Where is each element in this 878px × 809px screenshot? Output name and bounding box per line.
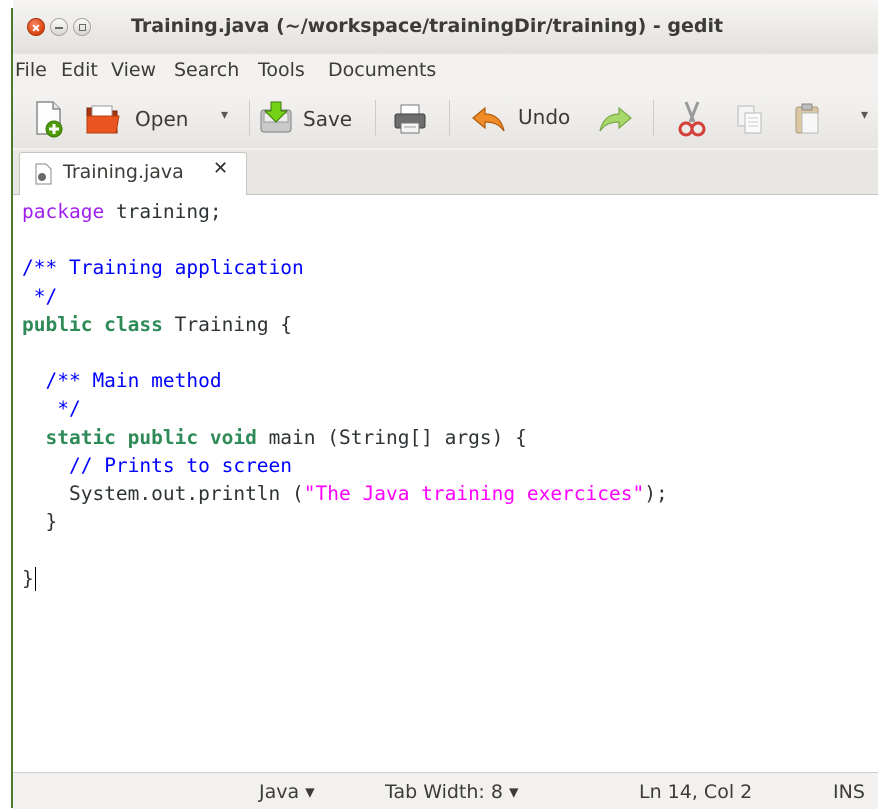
undo-button-label[interactable]: Undo: [518, 105, 570, 129]
language-selector[interactable]: Java ▾: [259, 781, 315, 803]
cursor-position: Ln 14, Col 2: [639, 781, 753, 803]
maximize-window-button[interactable]: [73, 18, 91, 36]
copy-icon[interactable]: [735, 104, 765, 136]
redo-icon[interactable]: [597, 104, 633, 134]
open-button-label[interactable]: Open: [135, 107, 188, 131]
menu-search[interactable]: Search: [174, 59, 239, 81]
menu-edit[interactable]: Edit: [61, 59, 98, 81]
code-text[interactable]: package training; /** Training applicati…: [22, 198, 668, 593]
tab-close-icon[interactable]: ✕: [213, 158, 228, 179]
code-type-keyword: public class: [22, 312, 163, 336]
text-caret: [34, 567, 36, 592]
open-folder-icon[interactable]: [85, 102, 121, 136]
code-comment: /** Main method */: [45, 369, 222, 421]
menu-file[interactable]: File: [15, 59, 47, 81]
toolbar-separator: [249, 100, 250, 136]
new-document-icon[interactable]: [33, 100, 65, 138]
code-text-span: );: [644, 482, 668, 506]
insert-mode: INS: [833, 781, 865, 803]
paste-icon[interactable]: [793, 102, 823, 136]
code-text-span: }: [22, 566, 34, 590]
tab-width-selector[interactable]: Tab Width: 8 ▾: [385, 781, 519, 803]
save-button-label[interactable]: Save: [303, 107, 352, 131]
code-type-keyword: static public void: [45, 425, 257, 449]
code-text-span: System.out.println (: [68, 482, 304, 506]
gedit-window: Training.java (~/workspace/trainingDir/t…: [13, 0, 878, 809]
save-icon[interactable]: [258, 100, 294, 136]
code-text-span: Training {: [174, 312, 293, 336]
desktop-edge: [0, 0, 13, 808]
code-text-span: training;: [115, 200, 222, 223]
close-window-button[interactable]: [27, 18, 45, 36]
window-title: Training.java (~/workspace/trainingDir/t…: [131, 15, 724, 37]
undo-icon[interactable]: [471, 104, 507, 134]
menu-tools[interactable]: Tools: [258, 59, 305, 81]
code-string: "The Java training exercices": [303, 482, 645, 506]
menu-documents[interactable]: Documents: [328, 59, 436, 81]
code-text-span: main (String[] args) {: [268, 425, 527, 449]
toolbar-overflow-arrow[interactable]: ▾: [861, 107, 868, 123]
menu-view[interactable]: View: [111, 59, 156, 81]
title-bar: Training.java (~/workspace/trainingDir/t…: [13, 0, 878, 54]
code-comment: // Prints to screen: [68, 453, 293, 477]
toolbar-separator: [653, 100, 654, 136]
code-keyword: package: [22, 200, 105, 223]
cut-icon[interactable]: [677, 100, 707, 138]
toolbar-separator: [449, 100, 450, 136]
tab-label: Training.java: [63, 161, 184, 183]
toolbar-separator: [375, 100, 376, 136]
java-file-icon: [35, 163, 52, 185]
code-text-span: }: [45, 510, 58, 534]
minimize-window-button[interactable]: [50, 18, 68, 36]
open-dropdown-arrow[interactable]: ▾: [221, 107, 228, 123]
print-icon[interactable]: [393, 103, 427, 135]
code-comment: /** Training application */: [22, 256, 304, 308]
